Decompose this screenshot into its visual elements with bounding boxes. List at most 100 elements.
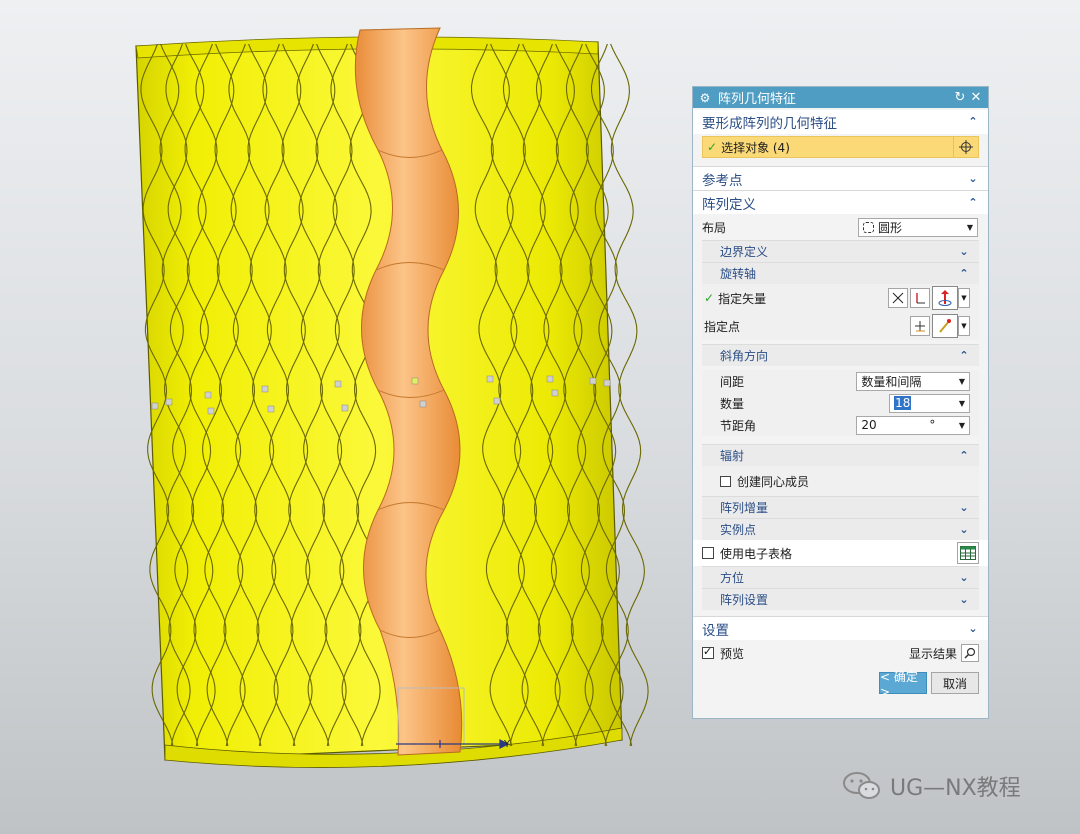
pattern-geometry-dialog: ⚙ 阵列几何特征 ↻ ✕ 要形成阵列的几何特征 ⌃ ✓ 选择对象 (4) 参考点… bbox=[692, 86, 989, 719]
axis-y-label: Y bbox=[503, 739, 511, 750]
dropdown-arrow-icon: ▼ bbox=[958, 376, 966, 386]
orientation-title: 方位 bbox=[720, 571, 745, 585]
section-pattern-definition-title: 阵列定义 bbox=[702, 196, 756, 213]
inferred-point-icon[interactable] bbox=[932, 314, 958, 338]
vector-dropdown-arrow-icon[interactable]: ▼ bbox=[958, 288, 970, 308]
chevron-down-icon[interactable]: ⌄ bbox=[957, 523, 971, 537]
select-object-row[interactable]: ✓ 选择对象 (4) bbox=[702, 136, 979, 158]
pitch-angle-input[interactable]: 20 ° ▼ bbox=[856, 415, 970, 435]
chevron-up-icon[interactable]: ⌃ bbox=[957, 267, 971, 281]
pattern-increment-header[interactable]: 阵列增量 ⌄ bbox=[702, 496, 979, 518]
spacing-select[interactable]: 数量和间隔 ▼ bbox=[856, 371, 970, 391]
dropdown-arrow-icon: ▼ bbox=[958, 420, 966, 430]
chevron-up-icon[interactable]: ⌃ bbox=[966, 115, 980, 129]
radiate-title: 辐射 bbox=[720, 449, 745, 463]
count-label: 数量 bbox=[720, 396, 745, 411]
pitch-angle-value: 20 bbox=[861, 418, 877, 432]
vector-dialog-icon[interactable] bbox=[910, 288, 930, 308]
pattern-settings-title: 阵列设置 bbox=[720, 593, 769, 607]
close-icon[interactable]: ✕ bbox=[968, 90, 984, 105]
instance-point-header[interactable]: 实例点 ⌄ bbox=[702, 518, 979, 540]
use-spreadsheet-checkbox[interactable] bbox=[702, 547, 714, 559]
section-settings-title: 设置 bbox=[702, 622, 729, 639]
watermark-text: UG—NX教程 bbox=[890, 776, 1021, 801]
spacing-label: 间距 bbox=[720, 374, 745, 389]
angular-direction-title: 斜角方向 bbox=[720, 349, 769, 363]
point-dropdown-arrow-icon[interactable]: ▼ bbox=[958, 316, 970, 336]
preview-row: 预览 显示结果 bbox=[693, 640, 988, 666]
layout-select[interactable]: 圆形 ▼ bbox=[858, 217, 978, 237]
select-object-label: 选择对象 (4) bbox=[721, 140, 790, 155]
rotation-axis-header[interactable]: 旋转轴 ⌃ bbox=[702, 262, 979, 284]
ok-button[interactable]: < 确定 > bbox=[879, 670, 927, 699]
pitch-angle-unit: ° bbox=[929, 418, 936, 432]
layout-label: 布局 bbox=[702, 220, 727, 235]
rotation-axis-title: 旋转轴 bbox=[720, 267, 757, 281]
chevron-down-icon[interactable]: ⌄ bbox=[966, 622, 980, 636]
count-input[interactable]: 18 ▼ bbox=[889, 393, 970, 413]
watermark: UG—NX教程 bbox=[842, 766, 1062, 806]
layout-row: 布局 圆形 ▼ bbox=[693, 214, 988, 240]
section-settings-header[interactable]: 设置 ⌄ bbox=[693, 616, 988, 640]
radiate-header[interactable]: 辐射 ⌃ bbox=[702, 444, 979, 466]
cancel-button[interactable]: 取消 bbox=[931, 672, 979, 694]
angular-direction-header[interactable]: 斜角方向 ⌃ bbox=[702, 344, 979, 366]
reverse-direction-icon[interactable] bbox=[888, 288, 908, 308]
spacing-value: 数量和间隔 bbox=[861, 374, 922, 389]
spreadsheet-icon[interactable] bbox=[957, 542, 979, 564]
concentric-label: 创建同心成员 bbox=[737, 474, 810, 489]
gear-icon: ⚙ bbox=[699, 90, 711, 105]
point-dialog-icon[interactable] bbox=[910, 316, 930, 336]
chevron-up-icon[interactable]: ⌃ bbox=[966, 196, 980, 210]
wechat-logo-icon bbox=[843, 772, 880, 799]
chevron-down-icon[interactable]: ⌄ bbox=[957, 593, 971, 607]
section-features-header[interactable]: 要形成阵列的几何特征 ⌃ bbox=[693, 110, 988, 134]
pattern-settings-header[interactable]: 阵列设置 ⌄ bbox=[702, 588, 979, 610]
concentric-checkbox[interactable] bbox=[720, 475, 731, 487]
count-row: 数量 18 ▼ bbox=[702, 392, 979, 414]
circular-layout-icon bbox=[863, 221, 874, 233]
section-pattern-definition-header[interactable]: 阵列定义 ⌃ bbox=[693, 190, 988, 214]
boundary-definition-title: 边界定义 bbox=[720, 245, 769, 259]
preview-checkbox[interactable] bbox=[702, 645, 714, 659]
dialog-titlebar: ⚙ 阵列几何特征 ↻ ✕ bbox=[693, 87, 988, 108]
orientation-header[interactable]: 方位 ⌄ bbox=[702, 566, 979, 588]
crosshair-icon[interactable] bbox=[953, 137, 978, 157]
chevron-down-icon[interactable]: ⌄ bbox=[966, 172, 980, 186]
specify-point-row: 指定点 ▼ bbox=[702, 312, 979, 340]
instance-point-title: 实例点 bbox=[720, 523, 757, 537]
chevron-up-icon[interactable]: ⌃ bbox=[957, 449, 971, 463]
section-reference-point-title: 参考点 bbox=[702, 172, 743, 189]
graphics-viewport[interactable]: Y bbox=[0, 0, 690, 834]
inferred-vector-icon[interactable] bbox=[932, 286, 958, 310]
show-result-label: 显示结果 bbox=[908, 646, 957, 661]
boundary-definition-header[interactable]: 边界定义 ⌄ bbox=[702, 240, 979, 262]
concentric-row[interactable]: 创建同心成员 bbox=[702, 466, 979, 496]
spacing-row: 间距 数量和间隔 ▼ bbox=[702, 370, 979, 392]
specify-vector-label: 指定矢量 bbox=[718, 291, 767, 306]
dialog-buttons: < 确定 > 取消 bbox=[693, 666, 988, 700]
section-features-title: 要形成阵列的几何特征 bbox=[702, 116, 837, 132]
use-spreadsheet-label: 使用电子表格 bbox=[720, 546, 793, 561]
cylinder-model[interactable]: Y bbox=[0, 0, 690, 834]
count-value: 18 bbox=[894, 396, 912, 410]
check-icon: ✓ bbox=[704, 291, 715, 305]
dropdown-arrow-icon: ▼ bbox=[966, 222, 974, 232]
preview-label: 预览 bbox=[720, 646, 745, 661]
show-result-search-icon[interactable] bbox=[961, 644, 979, 662]
chevron-down-icon[interactable]: ⌄ bbox=[957, 571, 971, 585]
check-icon: ✓ bbox=[707, 140, 718, 154]
pitch-angle-label: 节距角 bbox=[720, 418, 757, 433]
section-reference-point-header[interactable]: 参考点 ⌄ bbox=[693, 166, 988, 190]
use-spreadsheet-row[interactable]: 使用电子表格 bbox=[693, 540, 988, 566]
chevron-up-icon[interactable]: ⌃ bbox=[957, 349, 971, 363]
chevron-down-icon[interactable]: ⌄ bbox=[957, 245, 971, 259]
pattern-increment-title: 阵列增量 bbox=[720, 501, 769, 515]
chevron-down-icon[interactable]: ⌄ bbox=[957, 501, 971, 515]
layout-value: 圆形 bbox=[878, 220, 903, 235]
reset-icon[interactable]: ↻ bbox=[952, 90, 968, 105]
specify-point-label: 指定点 bbox=[704, 319, 741, 334]
dialog-title: 阵列几何特征 bbox=[718, 92, 797, 107]
dropdown-arrow-icon: ▼ bbox=[958, 398, 966, 408]
specify-vector-row: ✓ 指定矢量 ▼ bbox=[702, 284, 979, 312]
